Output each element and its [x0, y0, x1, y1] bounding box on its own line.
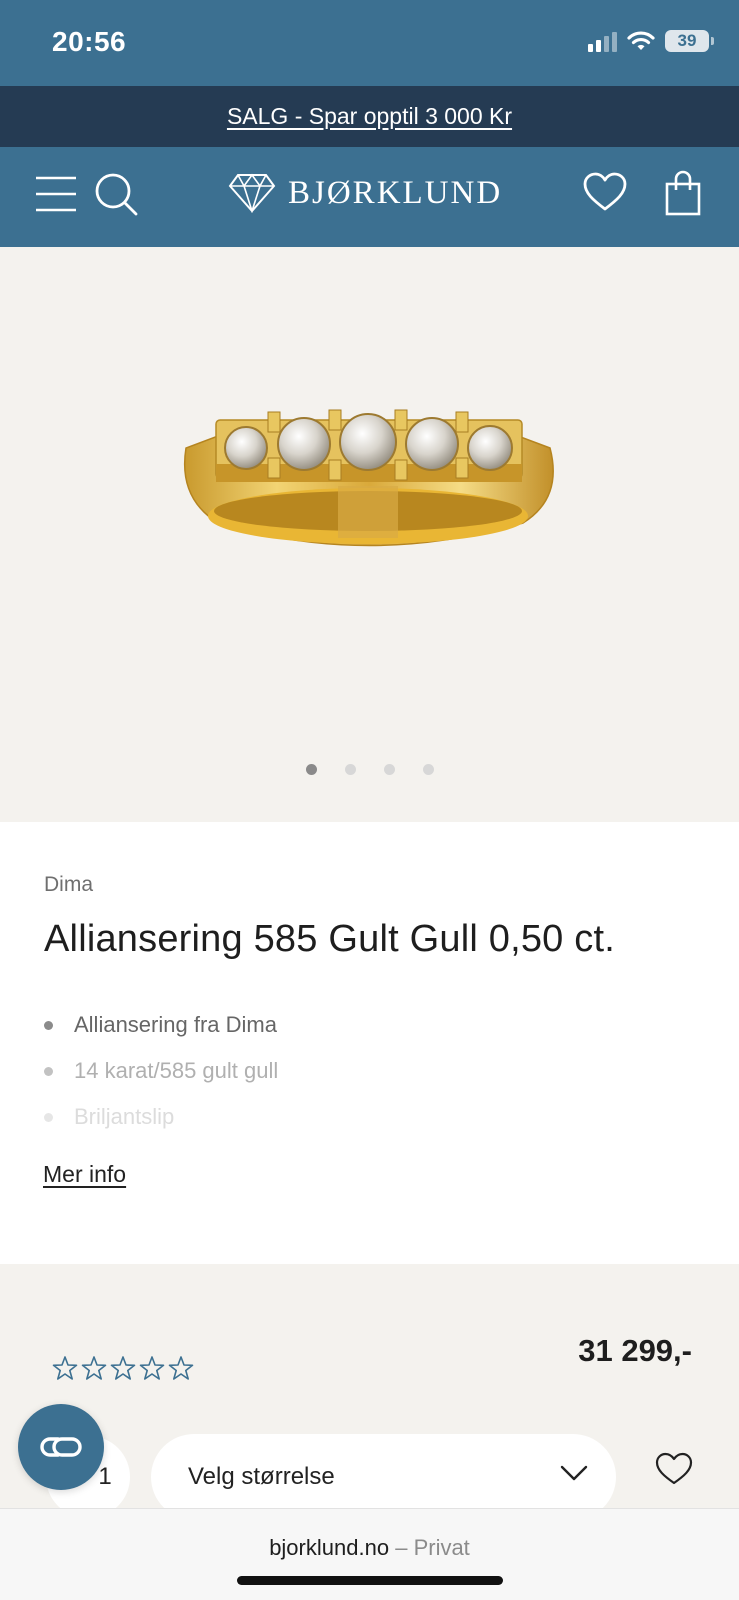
diamond-logo-icon — [228, 173, 276, 213]
star-icon — [81, 1356, 107, 1380]
feature-item: Briljantslip — [44, 1094, 278, 1140]
more-info-link[interactable]: Mer info — [43, 1161, 126, 1188]
feature-text: Briljantslip — [74, 1104, 175, 1129]
quantity-value: 1 — [98, 1463, 112, 1490]
status-time: 20:56 — [52, 26, 127, 57]
feature-text: Alliansering fra Dima — [74, 1012, 277, 1037]
menu-button[interactable] — [34, 172, 78, 216]
gallery-pagination — [0, 764, 739, 775]
home-indicator[interactable] — [237, 1576, 503, 1585]
product-title: Alliansering 585 Gult Gull 0,50 ct. — [44, 918, 615, 960]
status-icons: 39 — [588, 30, 714, 52]
promo-link[interactable]: SALG - Spar opptil 3 000 Kr — [227, 103, 512, 130]
url-row[interactable]: bjorklund.no – Privat — [0, 1535, 739, 1561]
feature-list: Alliansering fra Dima 14 karat/585 gult … — [44, 1002, 278, 1140]
pagination-dot[interactable] — [344, 764, 356, 775]
chat-button[interactable] — [18, 1404, 104, 1490]
product-brand[interactable]: Dima — [44, 873, 93, 897]
bullet — [44, 1020, 53, 1030]
size-select-label: Velg størrelse — [188, 1463, 335, 1490]
shopping-bag-icon — [665, 170, 701, 216]
search-icon — [95, 173, 138, 216]
wishlist-button[interactable] — [582, 171, 628, 213]
product-image[interactable] — [178, 408, 563, 558]
logo-text: BJØRKLUND — [288, 174, 503, 211]
pagination-dot[interactable] — [305, 764, 317, 775]
pagination-dot[interactable] — [422, 764, 434, 775]
search-button[interactable] — [93, 171, 139, 217]
feature-item: 14 karat/585 gult gull — [44, 1048, 278, 1094]
feature-text: 14 karat/585 gult gull — [74, 1058, 279, 1083]
chevron-down-icon — [560, 1465, 588, 1481]
feature-item: Alliansering fra Dima — [44, 1002, 278, 1048]
browsing-mode: Privat — [413, 1535, 470, 1560]
url-domain: bjorklund.no — [269, 1535, 390, 1560]
bullet — [44, 1112, 53, 1122]
product-price: 31 299,- — [578, 1333, 692, 1368]
star-icon — [139, 1356, 165, 1380]
status-bar: 20:56 39 — [0, 0, 739, 86]
cellular-signal-icon — [588, 30, 617, 52]
pagination-dot[interactable] — [383, 764, 395, 775]
star-icon — [110, 1356, 136, 1380]
add-to-wishlist-button[interactable] — [655, 1452, 693, 1491]
browser-address-bar[interactable]: bjorklund.no – Privat — [0, 1508, 739, 1600]
rating-stars[interactable] — [52, 1355, 194, 1381]
wifi-icon — [627, 31, 655, 50]
menu-icon — [36, 176, 76, 212]
promo-bar: SALG - Spar opptil 3 000 Kr — [0, 86, 739, 147]
chat-icon — [40, 1437, 82, 1457]
site-header: BJØRKLUND — [0, 147, 739, 247]
url-separator: – — [395, 1535, 408, 1560]
star-icon — [168, 1356, 194, 1380]
star-icon — [52, 1356, 78, 1380]
battery-icon: 39 — [665, 30, 714, 52]
heart-icon — [583, 172, 627, 211]
site-logo[interactable]: BJØRKLUND — [228, 173, 502, 213]
heart-icon — [655, 1452, 693, 1485]
bullet — [44, 1066, 53, 1076]
cart-button[interactable] — [664, 169, 702, 217]
